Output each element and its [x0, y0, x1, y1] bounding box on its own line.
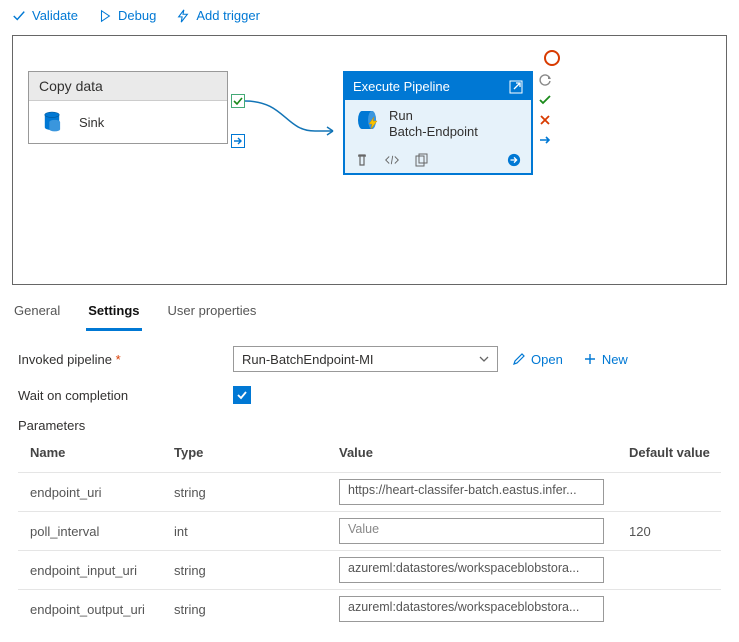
- open-pipeline-button[interactable]: Open: [512, 352, 563, 367]
- database-icon: [43, 111, 61, 133]
- add-trigger-button[interactable]: Add trigger: [176, 8, 260, 23]
- param-type: int: [168, 512, 333, 551]
- new-label: New: [602, 352, 628, 367]
- invoked-pipeline-label: Invoked pipeline *: [18, 352, 233, 367]
- plus-icon: [583, 352, 597, 366]
- param-value-input[interactable]: azureml:datastores/workspaceblobstora...: [339, 596, 604, 622]
- open-label: Open: [531, 352, 563, 367]
- wait-on-completion-checkbox[interactable]: [233, 386, 251, 404]
- parameters-table: Name Type Value Default value endpoint_u…: [18, 437, 721, 628]
- copy-icon[interactable]: [415, 153, 429, 167]
- param-value-input[interactable]: Value: [339, 518, 604, 544]
- table-row: endpoint_output_uristringazureml:datasto…: [18, 590, 721, 629]
- param-type: string: [168, 473, 333, 512]
- parameters-heading: Parameters: [18, 418, 721, 433]
- chevron-down-icon: [479, 354, 489, 364]
- exec-run-line1: Run: [389, 108, 478, 124]
- external-link-icon[interactable]: [509, 80, 523, 94]
- param-name: endpoint_uri: [18, 473, 168, 512]
- pipeline-canvas[interactable]: Copy data Sink Execute Pipeline: [12, 35, 727, 285]
- tab-general[interactable]: General: [12, 297, 62, 331]
- col-default: Default value: [623, 437, 721, 473]
- param-default: [623, 473, 721, 512]
- success-port[interactable]: [231, 94, 245, 108]
- sink-label: Sink: [79, 115, 104, 130]
- param-default: [623, 551, 721, 590]
- copy-data-activity[interactable]: Copy data Sink: [28, 71, 228, 144]
- skip-arrow-icon: [537, 132, 553, 148]
- table-row: poll_intervalintValue 120: [18, 512, 721, 551]
- validate-label: Validate: [32, 8, 78, 23]
- param-name: endpoint_input_uri: [18, 551, 168, 590]
- table-row: endpoint_uristringhttps://heart-classife…: [18, 473, 721, 512]
- col-name: Name: [18, 437, 168, 473]
- check-icon: [12, 9, 26, 23]
- arrow-right-icon: [233, 136, 243, 146]
- pencil-icon: [512, 352, 526, 366]
- success-status-icon: [537, 92, 553, 108]
- param-default: [623, 590, 721, 629]
- check-icon: [236, 389, 248, 401]
- param-value-input[interactable]: azureml:datastores/workspaceblobstora...: [339, 557, 604, 583]
- execute-pipeline-title: Execute Pipeline: [353, 79, 450, 94]
- check-icon: [233, 96, 243, 106]
- pipeline-run-icon: [355, 108, 379, 132]
- wait-on-completion-label: Wait on completion: [18, 388, 233, 403]
- error-indicator-icon: [544, 50, 560, 66]
- param-name: poll_interval: [18, 512, 168, 551]
- col-type: Type: [168, 437, 333, 473]
- properties-tabs: General Settings User properties: [0, 289, 739, 332]
- undo-icon[interactable]: [537, 72, 553, 88]
- exec-run-line2: Batch-Endpoint: [389, 124, 478, 140]
- add-trigger-label: Add trigger: [196, 8, 260, 23]
- connector-line: [245, 91, 345, 151]
- new-pipeline-button[interactable]: New: [583, 352, 628, 367]
- tab-user-properties[interactable]: User properties: [166, 297, 259, 331]
- param-name: endpoint_output_uri: [18, 590, 168, 629]
- invoked-pipeline-value: Run-BatchEndpoint-MI: [242, 352, 374, 367]
- param-default: 120: [623, 512, 721, 551]
- go-arrow-icon[interactable]: [507, 153, 521, 167]
- param-type: string: [168, 551, 333, 590]
- invoked-pipeline-select[interactable]: Run-BatchEndpoint-MI: [233, 346, 498, 372]
- tab-settings[interactable]: Settings: [86, 297, 141, 331]
- validate-button[interactable]: Validate: [12, 8, 78, 23]
- copy-data-title: Copy data: [29, 72, 227, 101]
- delete-icon[interactable]: [355, 153, 369, 167]
- completion-port[interactable]: [231, 134, 245, 148]
- param-value-input[interactable]: https://heart-classifer-batch.eastus.inf…: [339, 479, 604, 505]
- debug-button[interactable]: Debug: [98, 8, 156, 23]
- param-type: string: [168, 590, 333, 629]
- fail-status-icon: [537, 112, 553, 128]
- code-icon[interactable]: [385, 153, 399, 167]
- debug-label: Debug: [118, 8, 156, 23]
- lightning-icon: [176, 9, 190, 23]
- col-value: Value: [333, 437, 623, 473]
- play-icon: [98, 9, 112, 23]
- execute-pipeline-activity[interactable]: Execute Pipeline Run Batch-Endpoint: [343, 71, 533, 175]
- table-row: endpoint_input_uristringazureml:datastor…: [18, 551, 721, 590]
